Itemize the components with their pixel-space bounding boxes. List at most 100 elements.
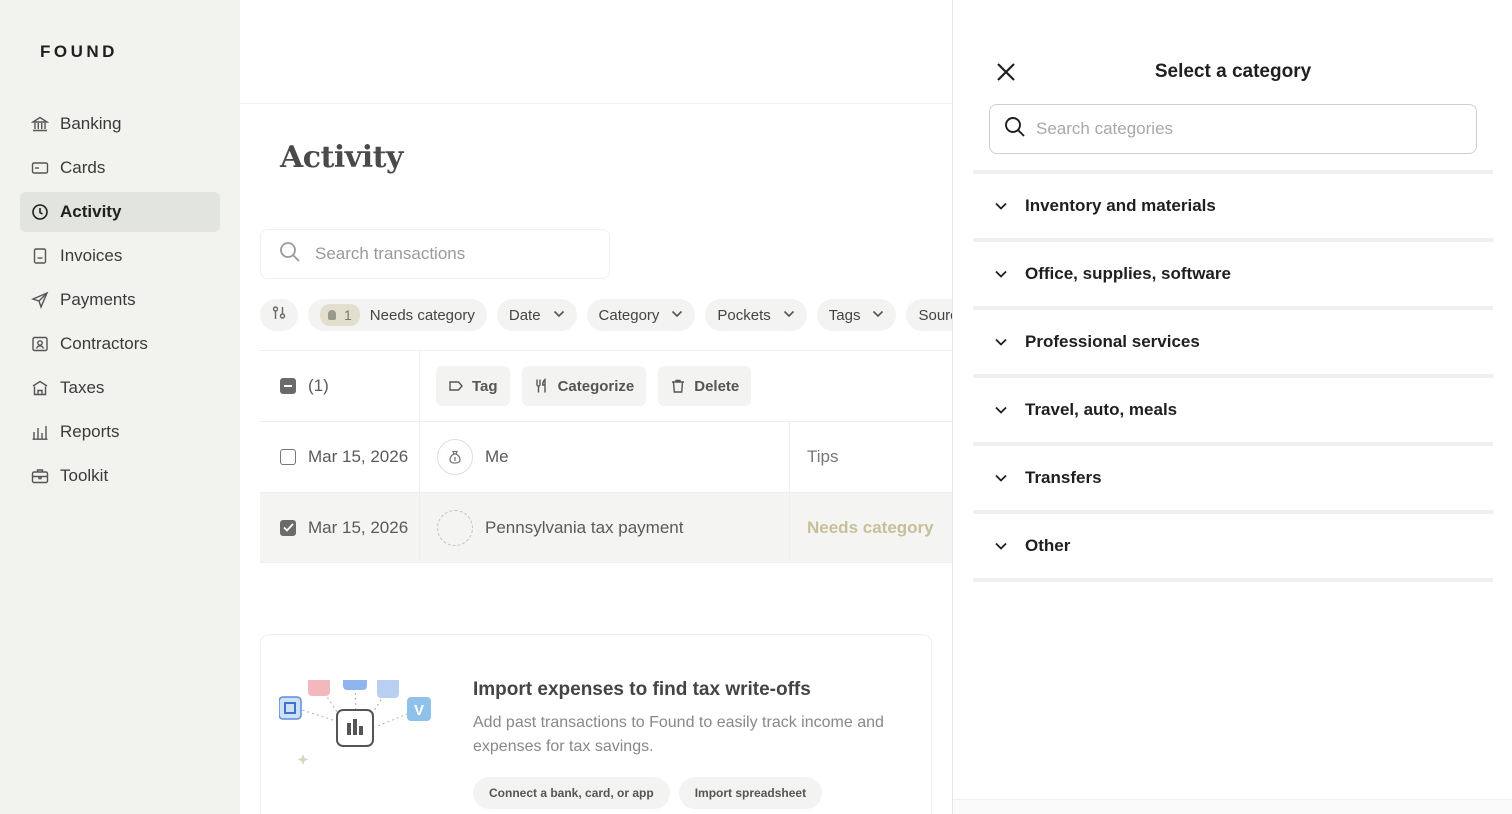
top-bar	[240, 0, 952, 104]
transactions-search[interactable]	[260, 229, 610, 279]
transactions-table: (1) Tag Categorize Delete Mar 15, 2026 M…	[260, 350, 952, 563]
category-inventory-and-materials[interactable]: Inventory and materials	[973, 174, 1493, 238]
sidebar-item-invoices[interactable]: Invoices	[20, 236, 220, 276]
row-check-cell: Mar 15, 2026	[260, 493, 420, 562]
filter-settings-button[interactable]	[260, 299, 298, 331]
import-buttons: Connect a bank, card, or app Import spre…	[473, 777, 823, 809]
sidebar-item-banking[interactable]: Banking	[20, 104, 220, 144]
chevron-down-icon	[995, 270, 1007, 278]
filter-date[interactable]: Date	[496, 299, 577, 331]
category-label: Inventory and materials	[1025, 196, 1216, 215]
filter-category-label: Category	[598, 306, 660, 324]
category-office-supplies-software[interactable]: Office, supplies, software	[973, 242, 1493, 306]
search-icon	[279, 241, 301, 268]
filter-source[interactable]: Sourc	[906, 299, 952, 331]
needs-category-link[interactable]: Needs category	[790, 518, 934, 538]
filter-tags[interactable]: Tags	[816, 299, 897, 331]
filter-source-label: Sourc	[918, 306, 952, 324]
delete-button[interactable]: Delete	[658, 366, 752, 406]
sidebar-nav: Banking Cards Activity Invoices Payments	[20, 104, 220, 500]
row-check-cell: Mar 15, 2026	[260, 422, 420, 492]
filter-pockets[interactable]: Pockets	[705, 299, 807, 331]
needs-category-label: Needs category	[369, 306, 475, 324]
category-search-input[interactable]	[1036, 119, 1456, 139]
category-other[interactable]: Other	[973, 514, 1493, 578]
category-list: Inventory and materials Office, supplies…	[973, 170, 1493, 582]
table-row[interactable]: Mar 15, 2026 Me Tips	[260, 421, 952, 492]
selected-count: (1)	[308, 376, 329, 395]
invoice-icon	[31, 247, 49, 265]
chevron-down-icon	[995, 474, 1007, 482]
category-label: Transfers	[1025, 468, 1102, 487]
row-checkbox[interactable]	[280, 519, 296, 536]
send-icon	[31, 291, 49, 309]
transaction-description: Me	[485, 447, 509, 466]
sidebar-item-cards[interactable]: Cards	[20, 148, 220, 188]
found-logo[interactable]: FOUND	[40, 42, 118, 62]
sidebar-item-activity[interactable]: Activity	[20, 192, 220, 232]
select-all-checkbox[interactable]	[280, 378, 296, 394]
needs-category-count: 1	[344, 307, 352, 323]
filter-pockets-label: Pockets	[717, 306, 771, 324]
row-description-cell: Pennsylvania tax payment	[420, 493, 790, 562]
sidebar-item-taxes[interactable]: Taxes	[20, 368, 220, 408]
clock-icon	[31, 203, 49, 221]
filter-bar: 1 Needs category Date Category Pockets T…	[260, 299, 952, 331]
transaction-category[interactable]: Tips	[790, 447, 839, 467]
tag-button-label: Tag	[472, 377, 498, 395]
category-travel-auto-meals[interactable]: Travel, auto, meals	[973, 378, 1493, 442]
select-category-drawer: Select a category Inventory and material…	[952, 0, 1512, 814]
row-checkbox[interactable]	[280, 449, 296, 465]
bank-icon	[31, 115, 49, 133]
search-input[interactable]	[315, 244, 575, 264]
card-icon	[31, 159, 49, 177]
category-label: Office, supplies, software	[1025, 264, 1231, 283]
sidebar-item-label: Cards	[60, 158, 106, 177]
drawer-footer	[953, 799, 1512, 814]
sliders-icon	[271, 305, 287, 325]
categorize-button[interactable]: Categorize	[521, 366, 647, 406]
transaction-date: Mar 15, 2026	[308, 517, 409, 537]
reports-icon	[31, 423, 49, 441]
filter-category[interactable]: Category	[586, 299, 696, 331]
categorize-button-label: Categorize	[557, 377, 635, 395]
transaction-date: Mar 15, 2026	[308, 447, 409, 466]
import-description: Add past transactions to Found to easily…	[473, 714, 884, 755]
taxes-icon	[31, 379, 49, 397]
category-professional-services[interactable]: Professional services	[973, 310, 1493, 374]
tag-button[interactable]: Tag	[436, 366, 510, 406]
delete-button-label: Delete	[694, 377, 740, 395]
import-spreadsheet-button[interactable]: Import spreadsheet	[678, 777, 823, 809]
transaction-description: Pennsylvania tax payment	[485, 517, 684, 537]
contractor-icon	[31, 335, 49, 353]
bulk-actions: Tag Categorize Delete	[420, 366, 952, 406]
needs-category-badge: 1	[320, 304, 360, 326]
category-label: Professional services	[1025, 332, 1200, 351]
connect-account-button[interactable]: Connect a bank, card, or app	[473, 777, 670, 809]
toolkit-icon	[31, 467, 49, 485]
category-transfers[interactable]: Transfers	[973, 446, 1493, 510]
sidebar-item-payments[interactable]: Payments	[20, 280, 220, 320]
category-label: Other	[1025, 536, 1071, 555]
connected-apps-illustration: V	[278, 651, 439, 800]
chevron-down-icon	[671, 309, 683, 321]
sidebar-item-reports[interactable]: Reports	[20, 412, 220, 452]
chevron-down-icon	[995, 338, 1007, 346]
sidebar-item-label: Reports	[60, 422, 120, 441]
tag-icon	[449, 381, 463, 391]
category-search[interactable]	[989, 104, 1477, 154]
import-expenses-card: V Import expenses to find tax write-offs…	[260, 634, 932, 814]
filter-needs-category[interactable]: 1 Needs category	[308, 299, 487, 331]
sidebar-item-label: Invoices	[60, 246, 123, 265]
divider	[973, 578, 1493, 582]
svg-text:V: V	[414, 702, 424, 719]
placeholder-avatar	[437, 509, 473, 546]
sidebar-item-label: Payments	[60, 290, 136, 309]
bulk-actions-row: (1) Tag Categorize Delete	[260, 350, 952, 421]
sidebar-item-contractors[interactable]: Contractors	[20, 324, 220, 364]
table-row[interactable]: Mar 15, 2026 Pennsylvania tax payment Ne…	[260, 492, 952, 563]
page-title: Activity	[280, 140, 403, 175]
sidebar-item-toolkit[interactable]: Toolkit	[20, 456, 220, 496]
select-all-cell: (1)	[260, 351, 420, 421]
sidebar: FOUND Banking Cards Activity Invoices Pa…	[0, 0, 240, 814]
